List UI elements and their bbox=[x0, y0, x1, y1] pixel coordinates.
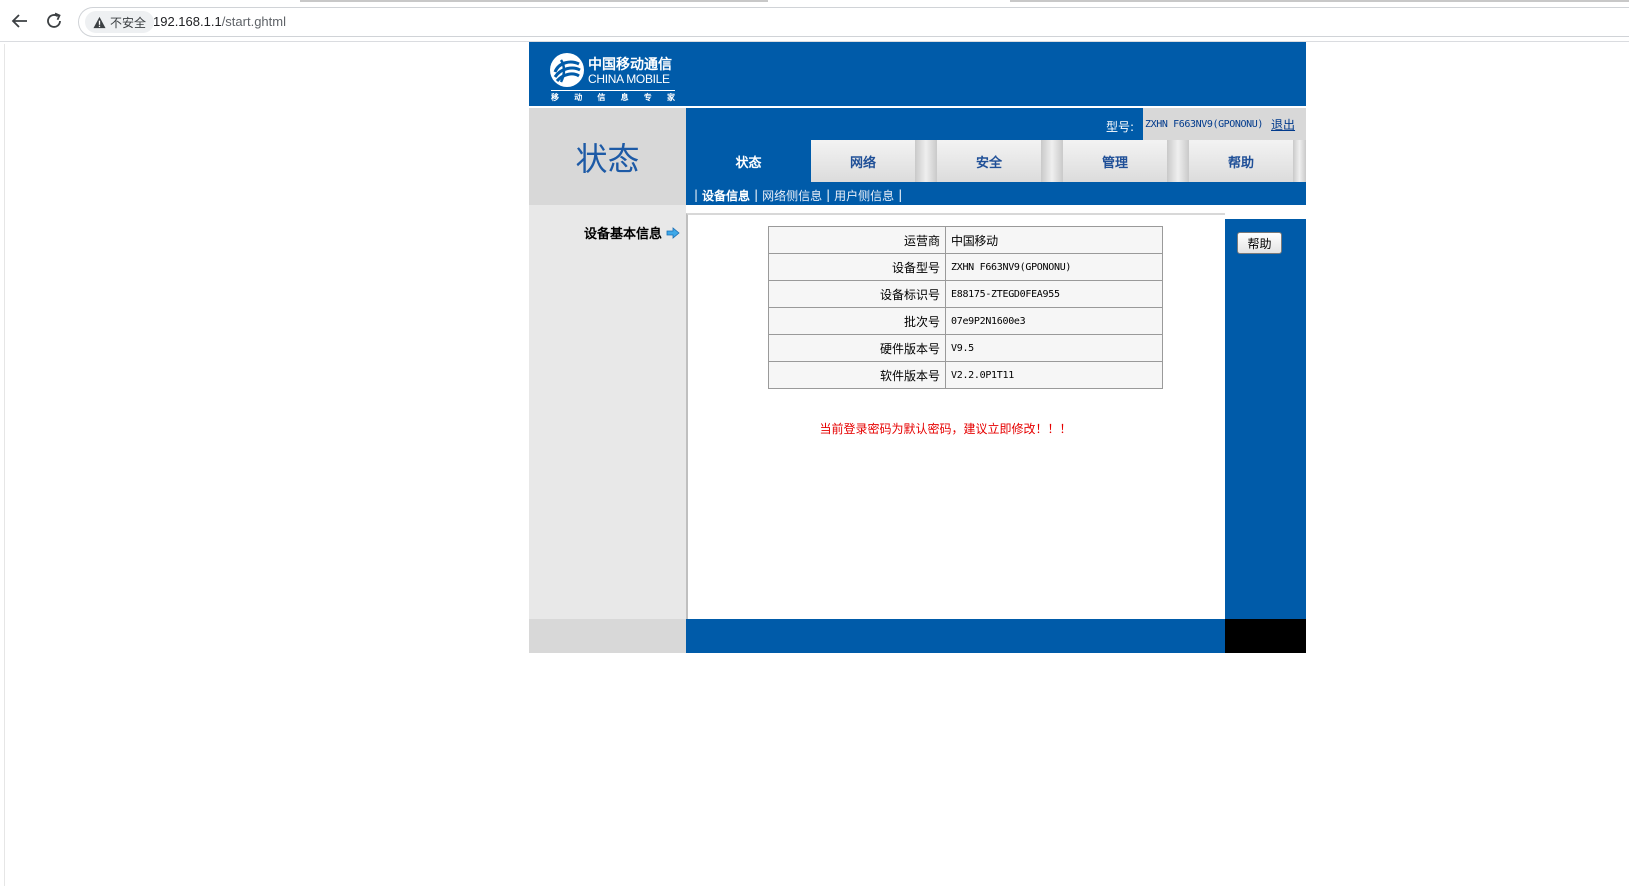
arrow-left-icon bbox=[11, 14, 27, 28]
section-title-box: 状态 bbox=[529, 108, 686, 205]
slogan-char: 移 bbox=[551, 93, 559, 102]
info-key: 设备型号 bbox=[768, 253, 946, 281]
subnav-divider: | bbox=[898, 188, 903, 202]
sidebar-heading-text: 设备基本信息 bbox=[583, 227, 662, 242]
tab-help[interactable]: 帮助 bbox=[1189, 140, 1293, 182]
brand-name-en: CHINA MOBILE bbox=[588, 72, 670, 86]
china-mobile-logo: 中国移动通信 CHINA MOBILE 移 动 信 息 专 家 bbox=[549, 52, 689, 104]
table-row: 软件版本号 V2.2.0P1T11 bbox=[768, 361, 1163, 389]
china-mobile-logo-icon bbox=[550, 53, 584, 87]
subnav-device-info[interactable]: 设备信息 bbox=[702, 187, 750, 204]
tab-network[interactable]: 网络 bbox=[811, 140, 915, 182]
model-bar: ZXHN F663NV9(GPONONU) 退出 bbox=[1143, 108, 1306, 140]
footer-left bbox=[529, 619, 686, 653]
info-value: ZXHN F663NV9(GPONONU) bbox=[945, 253, 1163, 281]
model-value: ZXHN F663NV9(GPONONU) bbox=[1145, 118, 1264, 130]
info-value: V2.2.0P1T11 bbox=[945, 361, 1163, 389]
right-sidebar: 帮助 bbox=[1225, 219, 1306, 619]
table-row: 硬件版本号 V9.5 bbox=[768, 334, 1163, 362]
sidebar-heading[interactable]: 设备基本信息 bbox=[584, 223, 680, 242]
info-value: V9.5 bbox=[945, 334, 1163, 362]
warning-triangle-icon bbox=[93, 16, 106, 28]
page-edge bbox=[4, 44, 5, 886]
security-label: 不安全 bbox=[110, 15, 147, 30]
content-top-divider bbox=[686, 205, 1306, 210]
subnav-user-side-info[interactable]: 用户侧信息 bbox=[834, 187, 894, 204]
logout-link[interactable]: 退出 bbox=[1271, 116, 1295, 133]
tab-bar: 状态 网络 安全 管理 帮助 bbox=[686, 140, 1306, 182]
url-host: 192.168.1.1 bbox=[153, 14, 222, 29]
slogan-char: 专 bbox=[643, 93, 652, 102]
info-key: 运营商 bbox=[768, 226, 946, 254]
info-key: 软件版本号 bbox=[768, 361, 946, 389]
help-button[interactable]: 帮助 bbox=[1237, 232, 1282, 254]
security-indicator[interactable]: 不安全 bbox=[85, 11, 155, 33]
model-label: 型号: bbox=[1106, 120, 1135, 134]
subnav-divider: | bbox=[694, 188, 699, 202]
footer-center bbox=[686, 619, 1225, 653]
top-banner: 中国移动通信 CHINA MOBILE 移 动 信 息 专 家 bbox=[529, 42, 1306, 106]
left-sidebar: 设备基本信息 bbox=[529, 205, 686, 619]
address-bar[interactable]: 不安全 192.168.1.1/start.ghtml bbox=[78, 7, 1629, 37]
table-row: 运营商 中国移动 bbox=[768, 226, 1163, 254]
router-page: 中国移动通信 CHINA MOBILE 移 动 信 息 专 家 状态 型号: Z… bbox=[529, 42, 1306, 653]
tab-separator bbox=[915, 140, 937, 182]
slogan-char: 息 bbox=[620, 93, 629, 102]
url-text[interactable]: 192.168.1.1/start.ghtml bbox=[153, 14, 286, 29]
main-navigation: 型号: ZXHN F663NV9(GPONONU) 退出 状态 网络 安全 管理… bbox=[686, 108, 1306, 205]
table-row: 设备标识号 E88175-ZTEGD0FEA955 bbox=[768, 280, 1163, 308]
footer-right bbox=[1225, 619, 1306, 653]
tab-strip-edge bbox=[0, 0, 1629, 3]
tab-separator bbox=[1167, 140, 1189, 182]
info-value: 07e9P2N1600e3 bbox=[945, 307, 1163, 335]
main-content: 运营商 中国移动 设备型号 ZXHN F663NV9(GPONONU) 设备标识… bbox=[686, 213, 1225, 619]
default-password-warning: 当前登录密码为默认密码，建议立即修改！！！ bbox=[819, 422, 1072, 436]
slogan-char: 信 bbox=[597, 93, 606, 102]
url-path: /start.ghtml bbox=[221, 14, 286, 29]
info-key: 设备标识号 bbox=[768, 280, 946, 308]
subnav-divider: | bbox=[754, 188, 759, 202]
info-key: 硬件版本号 bbox=[768, 334, 946, 362]
tab-separator bbox=[1041, 140, 1063, 182]
tab-security[interactable]: 安全 bbox=[937, 140, 1041, 182]
info-key: 批次号 bbox=[768, 307, 946, 335]
info-value: E88175-ZTEGD0FEA955 bbox=[945, 280, 1163, 308]
arrow-right-icon bbox=[666, 226, 680, 239]
device-info-table: 运营商 中国移动 设备型号 ZXHN F663NV9(GPONONU) 设备标识… bbox=[768, 226, 1163, 389]
reload-icon bbox=[47, 12, 61, 28]
back-button[interactable] bbox=[8, 9, 32, 33]
brand-name-cn: 中国移动通信 bbox=[588, 57, 672, 73]
tab-separator bbox=[1293, 140, 1306, 182]
table-row: 批次号 07e9P2N1600e3 bbox=[768, 307, 1163, 335]
tab-status[interactable]: 状态 bbox=[686, 140, 811, 182]
slogan-char: 动 bbox=[574, 93, 583, 102]
brand-slogan: 移 动 信 息 专 家 bbox=[551, 90, 675, 103]
subnav-divider: | bbox=[826, 188, 831, 202]
subnav-network-side-info[interactable]: 网络侧信息 bbox=[762, 187, 822, 204]
table-row: 设备型号 ZXHN F663NV9(GPONONU) bbox=[768, 253, 1163, 281]
info-value: 中国移动 bbox=[945, 226, 1163, 254]
tab-management[interactable]: 管理 bbox=[1063, 140, 1167, 182]
browser-toolbar: 不安全 192.168.1.1/start.ghtml bbox=[0, 0, 1629, 42]
reload-button[interactable] bbox=[42, 9, 66, 33]
section-title: 状态 bbox=[575, 139, 640, 178]
sub-navigation: | 设备信息 | 网络侧信息 | 用户侧信息 | bbox=[686, 186, 906, 204]
slogan-char: 家 bbox=[666, 93, 675, 102]
